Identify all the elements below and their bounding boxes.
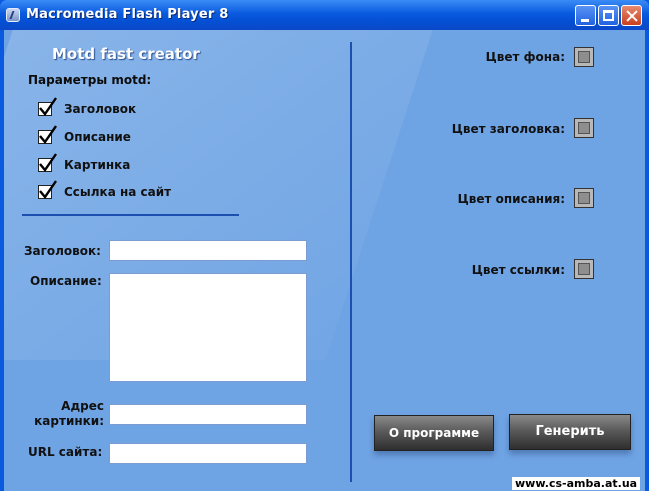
checkmark-icon [39,97,57,116]
about-button[interactable]: О программе [374,415,494,451]
checkbox-label: Ссылка на сайт [64,185,172,199]
maximize-button[interactable] [598,5,619,26]
app-title: Motd fast creator [52,45,200,63]
image-url-field-label: Адрес картинки: [28,399,104,429]
checkmark-icon [39,180,57,199]
image-label-line1: Адрес [61,399,104,413]
flash-player-icon [6,8,20,22]
checkbox-label: Описание [64,130,131,144]
image-label-line2: картинки: [34,414,104,428]
description-color-swatch[interactable] [574,188,594,208]
checkbox-label: Заголовок [64,102,137,116]
description-field-label: Описание: [30,274,102,288]
checkmark-icon [39,125,57,144]
watermark-text: www.cs-amba.at.ua [512,477,641,490]
link-color-swatch[interactable] [574,259,594,279]
app-window: Macromedia Flash Player 8 Motd fast crea… [0,0,649,491]
bg-color-label: Цвет фона: [485,50,565,64]
site-url-field-label: URL сайта: [28,445,103,459]
title-color-label: Цвет заголовка: [451,122,565,136]
link-color-label: Цвет ссылки: [471,263,565,277]
description-textarea[interactable] [109,273,307,382]
horizontal-divider [22,214,239,216]
generate-button[interactable]: Генерить [509,414,631,450]
title-bar[interactable]: Macromedia Flash Player 8 [0,0,649,30]
title-input[interactable] [109,240,307,261]
title-field-label: Заголовок: [24,244,101,258]
image-url-input[interactable] [109,404,307,425]
minimize-button[interactable] [575,5,596,26]
vertical-divider [350,42,352,482]
site-url-input[interactable] [109,443,307,464]
close-button[interactable] [621,5,642,26]
checkbox-label: Картинка [64,158,131,172]
title-color-swatch[interactable] [574,118,594,138]
description-color-label: Цвет описания: [457,192,565,206]
checkmark-icon [39,153,57,172]
flash-content: Motd fast creator Параметры motd: Заголо… [4,30,645,491]
params-label: Параметры motd: [28,73,152,87]
window-title: Macromedia Flash Player 8 [26,7,229,22]
bg-color-swatch[interactable] [574,47,594,67]
